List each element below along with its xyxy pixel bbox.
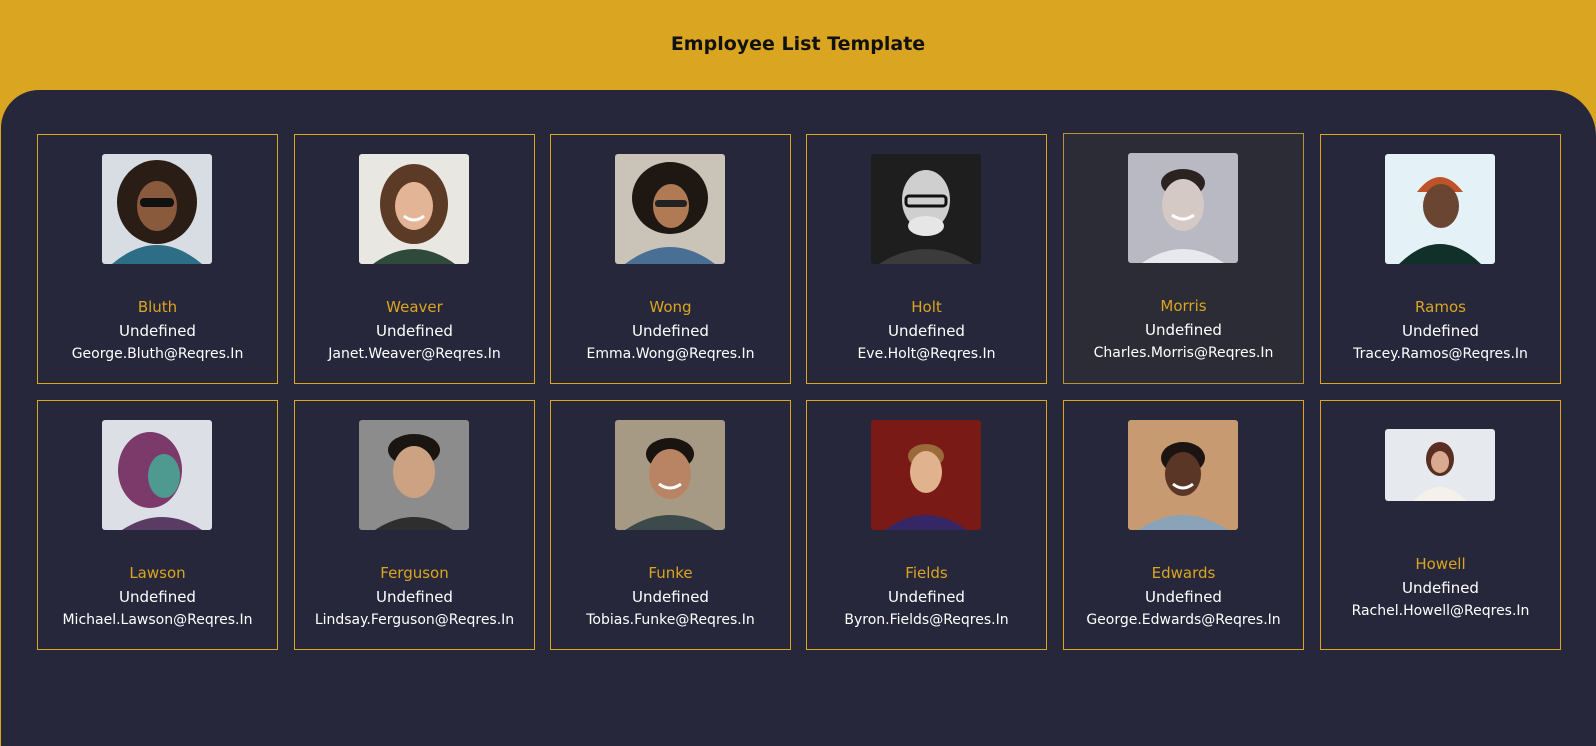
avatar: [1128, 153, 1238, 263]
employee-last-name: Fields: [905, 564, 948, 582]
employee-card[interactable]: Morris Undefined Charles.Morris@Reqres.I…: [1063, 133, 1304, 384]
avatar: [871, 154, 981, 264]
employee-email: Emma.Wong@Reqres.In: [586, 346, 755, 362]
employee-card[interactable]: Howell Undefined Rachel.Howell@Reqres.In: [1320, 400, 1561, 650]
employee-last-name: Wong: [649, 298, 692, 316]
employee-email: Lindsay.Ferguson@Reqres.In: [314, 612, 515, 628]
avatar: [102, 420, 212, 530]
employee-last-name: Howell: [1415, 555, 1466, 573]
employee-last-name: Holt: [911, 298, 942, 316]
employee-last-name: Ferguson: [380, 564, 449, 582]
employee-card[interactable]: Holt Undefined Eve.Holt@Reqres.In: [806, 134, 1047, 384]
page-header: Employee List Template: [0, 0, 1596, 92]
avatar: [615, 154, 725, 264]
employee-last-name: Edwards: [1151, 564, 1216, 582]
employee-card[interactable]: Wong Undefined Emma.Wong@Reqres.In: [550, 134, 791, 384]
employee-email: Rachel.Howell@Reqres.In: [1351, 603, 1530, 619]
employee-card[interactable]: Ferguson Undefined Lindsay.Ferguson@Reqr…: [294, 400, 535, 650]
employee-role: Undefined: [376, 322, 453, 340]
avatar: [1385, 429, 1495, 501]
employee-role: Undefined: [119, 588, 196, 606]
employee-role: Undefined: [888, 588, 965, 606]
avatar: [359, 154, 469, 264]
employee-role: Undefined: [1402, 322, 1479, 340]
employee-card[interactable]: Edwards Undefined George.Edwards@Reqres.…: [1063, 400, 1304, 650]
employee-last-name: Weaver: [386, 298, 443, 316]
avatar: [871, 420, 981, 530]
employee-card[interactable]: Funke Undefined Tobias.Funke@Reqres.In: [550, 400, 791, 650]
employee-card[interactable]: Fields Undefined Byron.Fields@Reqres.In: [806, 400, 1047, 650]
employee-email: George.Edwards@Reqres.In: [1086, 612, 1281, 628]
employee-email: Eve.Holt@Reqres.In: [857, 346, 996, 362]
employee-email: Janet.Weaver@Reqres.In: [328, 346, 501, 362]
employee-role: Undefined: [376, 588, 453, 606]
employee-last-name: Ramos: [1415, 298, 1466, 316]
employee-grid: Bluth Undefined George.Bluth@Reqres.In W…: [1, 90, 1596, 746]
employee-last-name: Bluth: [137, 298, 178, 316]
employee-email: Byron.Fields@Reqres.In: [844, 612, 1009, 628]
employee-email: Tobias.Funke@Reqres.In: [586, 612, 755, 628]
employee-role: Undefined: [632, 322, 709, 340]
employee-last-name: Morris: [1160, 297, 1207, 315]
employee-email: Michael.Lawson@Reqres.In: [62, 612, 253, 628]
employee-card[interactable]: Bluth Undefined George.Bluth@Reqres.In: [37, 134, 278, 384]
employee-role: Undefined: [119, 322, 196, 340]
employee-email: Charles.Morris@Reqres.In: [1093, 345, 1274, 361]
avatar: [1128, 420, 1238, 530]
employee-role: Undefined: [1145, 588, 1222, 606]
employee-email: Tracey.Ramos@Reqres.In: [1353, 346, 1528, 362]
employee-card[interactable]: Weaver Undefined Janet.Weaver@Reqres.In: [294, 134, 535, 384]
avatar: [615, 420, 725, 530]
employee-card[interactable]: Lawson Undefined Michael.Lawson@Reqres.I…: [37, 400, 278, 650]
employee-last-name: Funke: [648, 564, 693, 582]
page-title: Employee List Template: [670, 33, 926, 55]
avatar: [1385, 154, 1495, 264]
employee-email: George.Bluth@Reqres.In: [71, 346, 244, 362]
employee-role: Undefined: [1145, 321, 1222, 339]
employee-role: Undefined: [632, 588, 709, 606]
employee-last-name: Lawson: [129, 564, 186, 582]
avatar: [359, 420, 469, 530]
employee-role: Undefined: [888, 322, 965, 340]
employee-card[interactable]: Ramos Undefined Tracey.Ramos@Reqres.In: [1320, 134, 1561, 384]
avatar: [102, 154, 212, 264]
employee-role: Undefined: [1402, 579, 1479, 597]
